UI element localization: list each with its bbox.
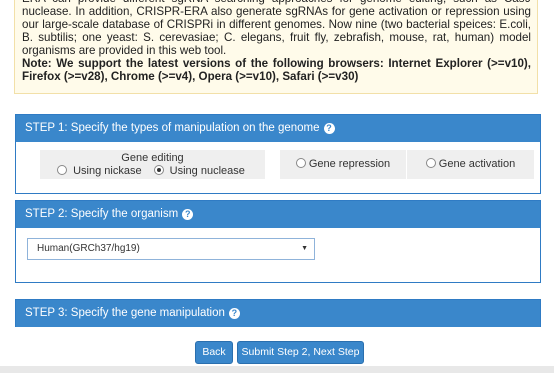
step3-header[interactable]: STEP 3: Specify the gene manipulation ? [16,300,540,327]
gene-activation-option[interactable]: Gene activation [407,150,534,179]
gene-editing-label: Gene editing [121,152,184,164]
step3-panel: STEP 3: Specify the gene manipulation ? [15,299,541,327]
gene-repression-option[interactable]: Gene repression [280,150,406,179]
gene-activation-label: Gene activation [438,158,516,170]
radio-icon[interactable] [57,165,68,175]
gene-repression-label: Gene repression [308,158,391,170]
help-icon[interactable]: ? [182,209,194,220]
intro-paragraph: ERA can provide different sgRNA searchin… [22,0,531,57]
submit-next-step-button[interactable]: Submit Step 2, Next Step [237,341,364,364]
step1-body: Gene editing Using nickase Using nucleas… [16,142,540,193]
step2-header: STEP 2: Specify the organism ? [16,201,540,228]
organism-select[interactable]: Human(GRCh37/hg19) ▼ [27,238,315,260]
step1-header: STEP 1: Specify the types of manipulatio… [16,115,540,142]
step1-panel: STEP 1: Specify the types of manipulatio… [15,114,541,194]
chevron-down-icon[interactable]: ▼ [301,239,308,259]
nickase-radio-option[interactable]: Using nickase [57,165,144,177]
gene-editing-option: Gene editing Using nickase Using nucleas… [40,150,265,179]
radio-selected-icon[interactable] [153,165,164,175]
browser-support-note: Note: We support the latest versions of … [22,57,531,83]
nuclease-label: Using nuclease [169,165,245,177]
intro-notice: ERA can provide different sgRNA searchin… [14,0,538,94]
step2-body: Human(GRCh37/hg19) ▼ [16,228,540,282]
radio-icon[interactable] [295,158,306,168]
footer-divider [0,366,554,373]
step2-title: STEP 2: Specify the organism [25,208,179,220]
back-button[interactable]: Back [195,341,233,364]
help-icon[interactable]: ? [323,123,335,134]
organism-selected-value: Human(GRCh37/hg19) [37,243,140,254]
nickase-label: Using nickase [73,165,142,177]
step1-title: STEP 1: Specify the types of manipulatio… [25,122,320,134]
nuclease-radio-option[interactable]: Using nuclease [153,165,248,177]
help-icon[interactable]: ? [228,308,240,319]
radio-icon[interactable] [425,158,436,168]
step2-panel: STEP 2: Specify the organism ? Human(GRC… [15,200,541,283]
step3-title: STEP 3: Specify the gene manipulation [25,307,225,319]
